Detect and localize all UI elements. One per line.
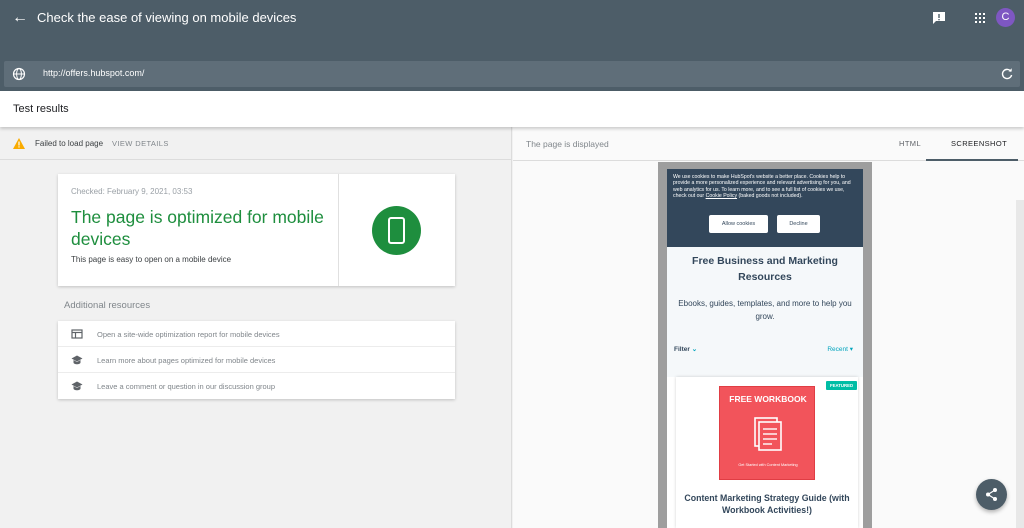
result-headline: The page is optimized for mobile devices	[71, 207, 324, 249]
right-panel: The page is displayed HTML SCREENSHOT We…	[513, 127, 1024, 528]
additional-resources-title: Additional resources	[64, 300, 151, 311]
featured-badge: FEATURED	[826, 381, 858, 390]
account-avatar[interactable]: C	[996, 8, 1015, 27]
cookie-text: We use cookies to make HubSpot's website…	[673, 174, 851, 200]
results-title: Test results	[13, 103, 69, 115]
recent-dropdown[interactable]: Recent ▾	[827, 345, 853, 353]
app-header: ← Check the ease of viewing on mobile de…	[0, 0, 1024, 91]
cookie-banner: We use cookies to make HubSpot's website…	[667, 169, 863, 247]
resource-item-learn-more[interactable]: Learn more about pages optimized for mob…	[58, 347, 455, 373]
page-title: Check the ease of viewing on mobile devi…	[37, 10, 297, 25]
resource-label: Learn more about pages optimized for mob…	[97, 356, 276, 365]
globe-icon	[12, 67, 26, 81]
checked-date: Checked: February 9, 2021, 03:53	[71, 187, 193, 196]
mobile-screenshot: We use cookies to make HubSpot's website…	[667, 169, 863, 528]
warning-icon	[13, 138, 25, 149]
url-text[interactable]: http://offers.hubspot.com/	[43, 68, 144, 78]
results-bar: Test results	[0, 91, 1024, 127]
workbook-cover-image: FREE WORKBOOK Get Started with Content M…	[719, 386, 815, 480]
active-tab-indicator	[926, 159, 1018, 161]
left-panel: Failed to load page VIEW DETAILS Checked…	[0, 127, 512, 528]
school-icon	[71, 355, 83, 365]
school-icon	[71, 381, 83, 391]
preview-hero-subtitle: Ebooks, guides, templates, and more to h…	[678, 299, 852, 321]
back-arrow-icon[interactable]: ←	[10, 8, 30, 28]
resource-label: Open a site-wide optimization report for…	[97, 330, 280, 339]
url-bar: http://offers.hubspot.com/	[4, 61, 1020, 87]
preview-filter-row: Filter ⌄ Recent ▾	[667, 337, 863, 377]
share-icon	[986, 488, 997, 501]
resource-card[interactable]: FEATURED FREE WORKBOOK Get Started with …	[676, 377, 858, 528]
scrollbar[interactable]	[1016, 200, 1024, 528]
chevron-down-icon: ⌄	[691, 346, 698, 353]
resource-item-discussion-group[interactable]: Leave a comment or question in our discu…	[58, 373, 455, 399]
page-displayed-text: The page is displayed	[526, 139, 609, 149]
document-icon	[754, 417, 782, 451]
resource-label: Leave a comment or question in our discu…	[97, 382, 276, 391]
preview-header: The page is displayed HTML SCREENSHOT	[513, 127, 1024, 161]
load-status-row: Failed to load page VIEW DETAILS	[0, 127, 512, 160]
decline-cookies-button[interactable]: Decline	[777, 215, 820, 233]
view-details-link[interactable]: VIEW DETAILS	[112, 139, 169, 148]
resources-list: Open a site-wide optimization report for…	[58, 321, 455, 399]
preview-hero-title: Free Business and Marketing Resources	[692, 255, 838, 283]
allow-cookies-button[interactable]: Allow cookies	[709, 215, 768, 233]
result-card: Checked: February 9, 2021, 03:53 The pag…	[58, 174, 455, 286]
card-divider	[338, 174, 339, 286]
mobile-screenshot-frame: We use cookies to make HubSpot's website…	[658, 162, 872, 528]
tab-screenshot[interactable]: SCREENSHOT	[951, 139, 1007, 148]
share-button[interactable]	[976, 479, 1007, 510]
resource-item-optimization-report[interactable]: Open a site-wide optimization report for…	[58, 321, 455, 347]
apps-grid-icon[interactable]	[971, 9, 989, 27]
feedback-icon[interactable]	[930, 9, 948, 27]
result-subtext: This page is easy to open on a mobile de…	[71, 255, 232, 264]
filter-dropdown[interactable]: Filter ⌄	[674, 345, 697, 353]
resource-card-title[interactable]: Content Marketing Strategy Guide (with W…	[680, 492, 854, 516]
caret-down-icon: ▾	[849, 346, 853, 353]
mobile-phone-icon	[372, 206, 421, 255]
tab-html[interactable]: HTML	[899, 139, 921, 148]
workbook-cover-caption: Get Started with Content Marketing	[738, 463, 798, 467]
preview-hero: Free Business and Marketing Resources Eb…	[667, 247, 863, 337]
load-failed-text: Failed to load page	[35, 139, 104, 148]
cookie-policy-link: Cookie Policy	[705, 193, 738, 200]
reload-icon[interactable]	[1000, 67, 1014, 81]
workbook-cover-title: FREE WORKBOOK	[729, 394, 807, 404]
report-icon	[71, 329, 83, 339]
